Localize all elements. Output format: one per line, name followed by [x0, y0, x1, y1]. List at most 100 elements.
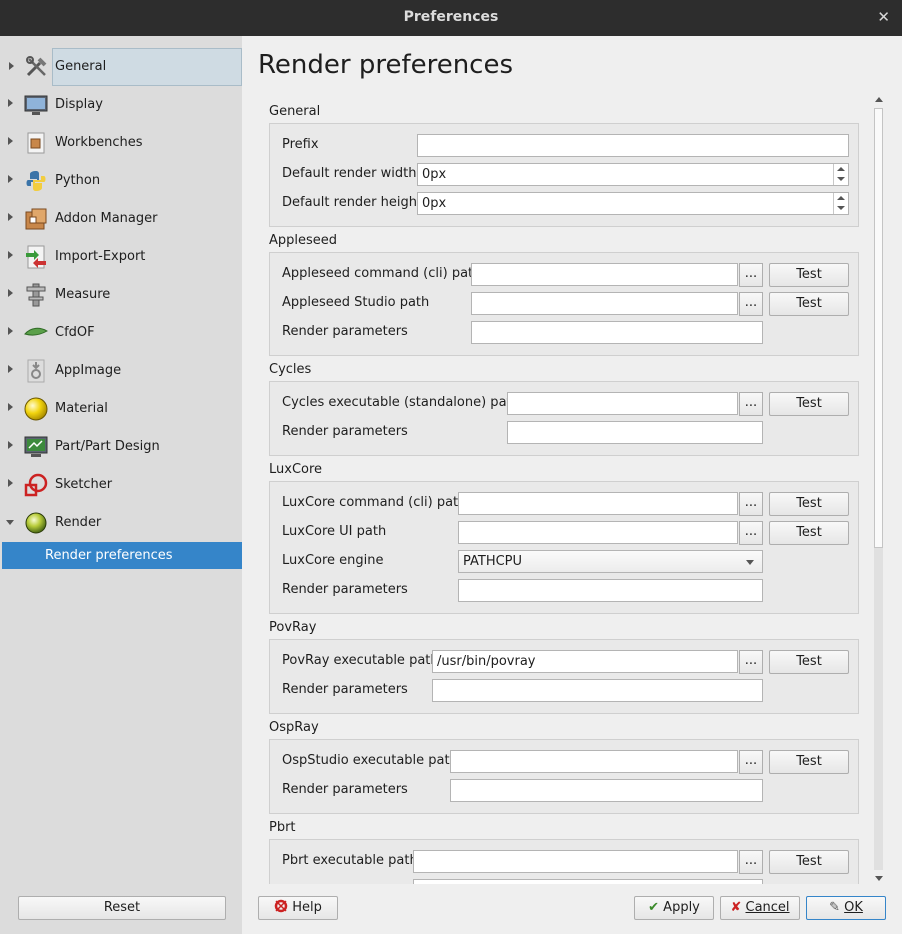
default-width-value: 0px	[422, 167, 447, 182]
help-icon	[274, 899, 288, 913]
cycles-exe-input[interactable]	[507, 392, 738, 415]
sidebar-item-sketcher[interactable]: Sketcher	[2, 466, 242, 504]
povray-exe-input[interactable]: /usr/bin/povray	[432, 650, 738, 673]
sidebar-item-measure[interactable]: Measure	[2, 276, 242, 314]
luxcore-cli-input[interactable]	[458, 492, 738, 515]
browse-button[interactable]: ...	[739, 492, 763, 516]
sidebar-item-import-export[interactable]: Import-Export	[2, 238, 242, 276]
test-button[interactable]: Test	[769, 650, 849, 674]
expand-arrow-icon[interactable]	[8, 403, 13, 411]
sidebar-item-render-preferences[interactable]: Render preferences	[2, 542, 242, 569]
luxcore-engine-select[interactable]: PATHCPU	[458, 550, 763, 573]
sketcher-icon	[24, 473, 48, 497]
scroll-up-icon[interactable]	[875, 97, 883, 102]
spin-buttons[interactable]	[833, 193, 848, 214]
expand-arrow-icon[interactable]	[8, 289, 13, 297]
povray-params-input[interactable]	[432, 679, 763, 702]
help-button[interactable]: Help	[258, 896, 338, 920]
settings-scroll-area[interactable]: General Prefix Default render width 0px …	[254, 94, 874, 884]
section-label-pbrt: Pbrt	[269, 820, 296, 835]
test-button[interactable]: Test	[769, 521, 849, 545]
group-general: Prefix Default render width 0px Default …	[269, 123, 859, 227]
ospstudio-exe-input[interactable]	[450, 750, 738, 773]
sidebar-item-python[interactable]: Python	[2, 162, 242, 200]
group-povray: PovRay executable path /usr/bin/povray .…	[269, 639, 859, 714]
spin-down-icon[interactable]	[837, 177, 845, 181]
sidebar-item-label: Python	[55, 173, 101, 188]
browse-button[interactable]: ...	[739, 292, 763, 316]
luxcore-engine-label: LuxCore engine	[282, 553, 384, 568]
sidebar-item-render[interactable]: Render	[2, 504, 242, 542]
expand-arrow-icon[interactable]	[8, 365, 13, 373]
reset-button[interactable]: Reset	[18, 896, 226, 920]
ospray-params-input[interactable]	[450, 779, 763, 802]
spin-up-icon[interactable]	[837, 167, 845, 171]
default-width-spinbox[interactable]: 0px	[417, 163, 849, 186]
scrollbar-thumb[interactable]	[874, 108, 883, 548]
expand-arrow-icon[interactable]	[8, 327, 13, 335]
expand-arrow-icon[interactable]	[8, 99, 13, 107]
browse-button[interactable]: ...	[739, 750, 763, 774]
pbrt-exe-input[interactable]	[413, 850, 738, 873]
browse-button[interactable]: ...	[739, 850, 763, 874]
expand-arrow-icon[interactable]	[9, 62, 14, 70]
group-luxcore: LuxCore command (cli) path ... Test LuxC…	[269, 481, 859, 614]
expand-arrow-icon[interactable]	[8, 251, 13, 259]
expand-arrow-icon[interactable]	[8, 175, 13, 183]
cancel-button[interactable]: ✘ Cancel	[720, 896, 800, 920]
sidebar-item-label: CfdOF	[55, 325, 95, 340]
default-height-spinbox[interactable]: 0px	[417, 192, 849, 215]
test-button[interactable]: Test	[769, 263, 849, 287]
appleseed-cli-input[interactable]	[471, 263, 738, 286]
appleseed-params-input[interactable]	[471, 321, 763, 344]
appleseed-studio-input[interactable]	[471, 292, 738, 315]
workbench-icon	[27, 132, 45, 154]
test-button[interactable]: Test	[769, 492, 849, 516]
sidebar-item-workbenches[interactable]: Workbenches	[2, 124, 242, 162]
spin-down-icon[interactable]	[837, 206, 845, 210]
cycles-params-input[interactable]	[507, 421, 763, 444]
addon-icon	[25, 208, 47, 230]
sidebar-item-cfdof[interactable]: CfdOF	[2, 314, 242, 352]
sidebar-item-display[interactable]: Display	[2, 86, 242, 124]
expand-arrow-icon[interactable]	[8, 441, 13, 449]
scroll-down-icon[interactable]	[875, 876, 883, 881]
browse-button[interactable]: ...	[739, 521, 763, 545]
luxcore-cli-label: LuxCore command (cli) path	[282, 495, 467, 510]
pbrt-params-input[interactable]	[413, 879, 763, 884]
test-button[interactable]: Test	[769, 292, 849, 316]
test-button[interactable]: Test	[769, 392, 849, 416]
browse-button[interactable]: ...	[739, 392, 763, 416]
expand-arrow-icon[interactable]	[8, 137, 13, 145]
tools-icon	[26, 56, 47, 77]
browse-button[interactable]: ...	[739, 650, 763, 674]
ok-button[interactable]: ✎ OK	[806, 896, 886, 920]
expand-arrow-icon[interactable]	[8, 479, 13, 487]
appleseed-cli-label: Appleseed command (cli) path	[282, 266, 482, 281]
close-icon[interactable]: ✕	[877, 8, 890, 26]
sidebar-item-label: General	[55, 59, 107, 74]
section-label-luxcore: LuxCore	[269, 462, 323, 477]
luxcore-params-input[interactable]	[458, 579, 763, 602]
sidebar-item-general[interactable]: General	[9, 48, 242, 86]
group-pbrt: Pbrt executable path ... Test	[269, 839, 859, 884]
help-label: Help	[292, 900, 322, 915]
apply-button[interactable]: ✔ Apply	[634, 896, 714, 920]
render-icon	[25, 512, 47, 534]
prefix-input[interactable]	[417, 134, 849, 157]
browse-button[interactable]: ...	[739, 263, 763, 287]
expand-arrow-icon[interactable]	[8, 213, 13, 221]
test-button[interactable]: Test	[769, 750, 849, 774]
sidebar-item-addon-manager[interactable]: Addon Manager	[2, 200, 242, 238]
collapse-arrow-icon[interactable]	[6, 520, 14, 525]
test-button[interactable]: Test	[769, 850, 849, 874]
sidebar-item-label: Workbenches	[55, 135, 143, 150]
luxcore-ui-input[interactable]	[458, 521, 738, 544]
spin-buttons[interactable]	[833, 164, 848, 185]
vertical-scrollbar[interactable]	[871, 94, 887, 884]
sidebar-item-part-design[interactable]: Part/Part Design	[2, 428, 242, 466]
default-height-label: Default render height	[282, 195, 423, 210]
sidebar-item-material[interactable]: Material	[2, 390, 242, 428]
spin-up-icon[interactable]	[837, 196, 845, 200]
sidebar-item-appimage[interactable]: AppImage	[2, 352, 242, 390]
